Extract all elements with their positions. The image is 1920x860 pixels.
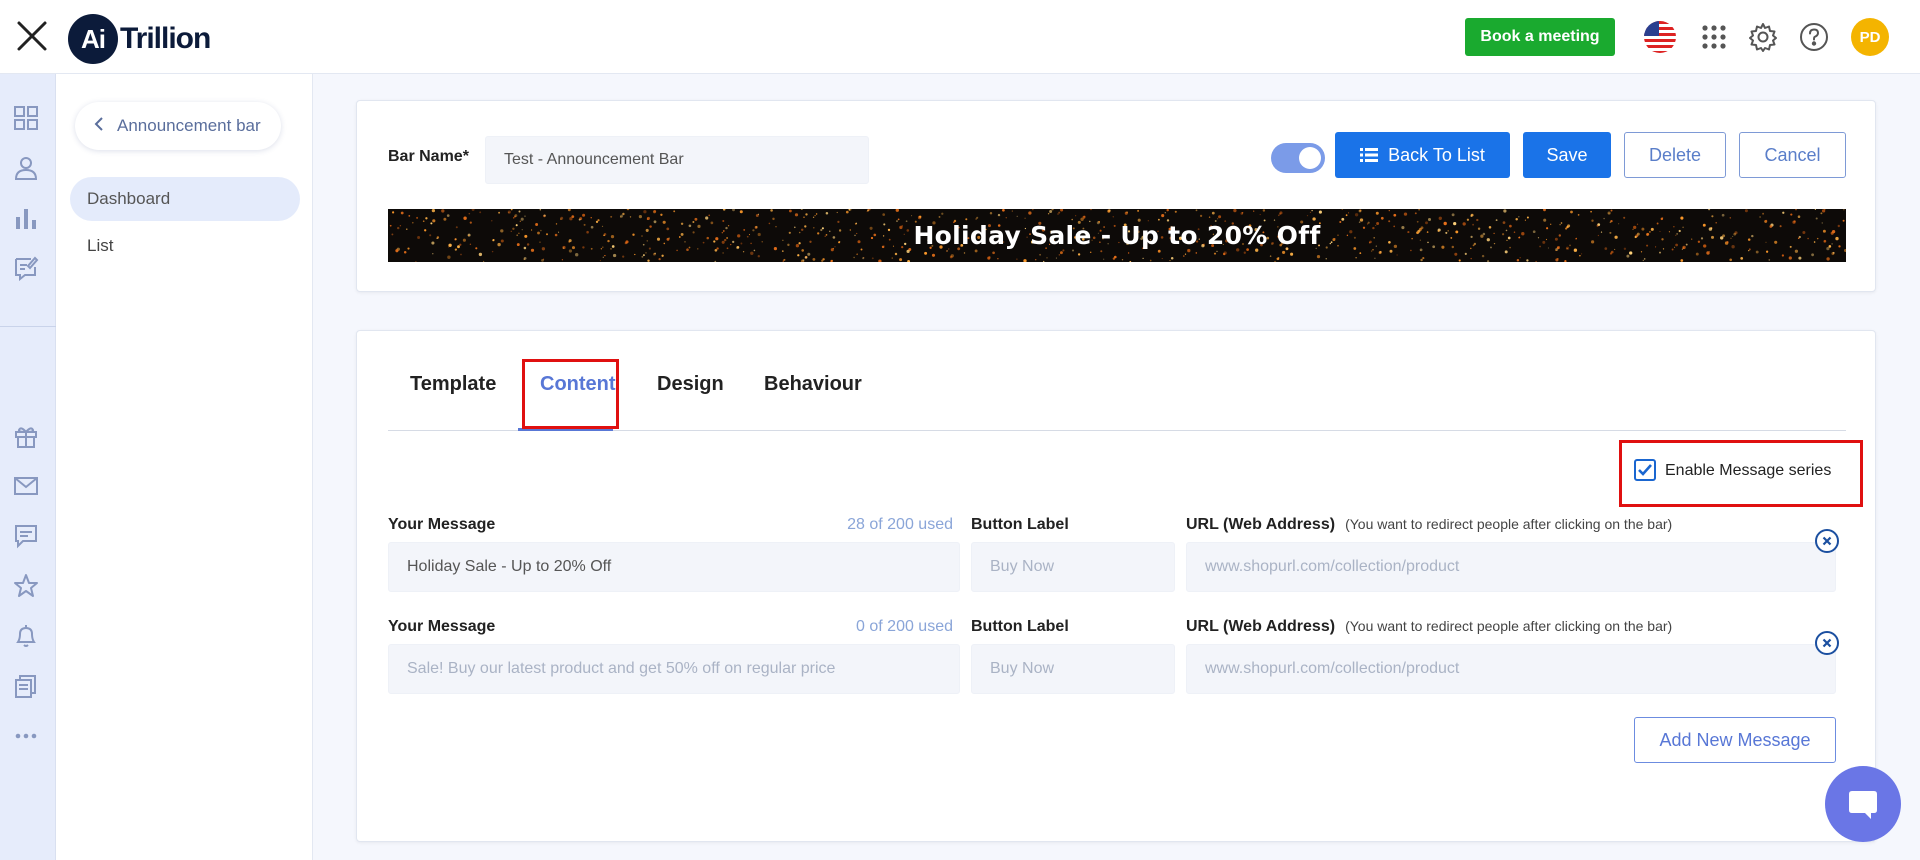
tab-behaviour[interactable]: Behaviour — [764, 373, 862, 409]
message-char-count: 28 of 200 used — [847, 516, 953, 533]
bell-icon[interactable] — [12, 622, 40, 650]
gift-icon[interactable] — [12, 422, 40, 450]
url-hint: (You want to redirect people after click… — [1345, 516, 1673, 532]
message-label: Your Message — [388, 618, 496, 635]
url-label-text: URL (Web Address) — [1186, 516, 1336, 533]
url-input[interactable] — [1186, 542, 1836, 592]
highlight-box-content-tab — [522, 359, 619, 429]
edit-message-icon[interactable] — [12, 254, 40, 282]
app-logo[interactable]: Ai Trillion — [68, 14, 211, 64]
bar-settings-card: Bar Name* Back To List Save Delete Cance… — [356, 100, 1876, 292]
gear-icon[interactable] — [1745, 19, 1781, 55]
logo-text: Trillion — [120, 22, 211, 55]
tab-template[interactable]: Template — [410, 373, 496, 409]
message-label: Your Message — [388, 516, 496, 533]
enable-series-label: Enable Message series — [1665, 462, 1832, 479]
bar-name-input[interactable] — [485, 136, 869, 184]
help-icon[interactable] — [1796, 19, 1832, 55]
sidebar-item-dashboard[interactable]: Dashboard — [70, 177, 300, 221]
remove-message-icon[interactable] — [1815, 631, 1839, 655]
bar-chart-icon[interactable] — [12, 204, 40, 232]
button-label-label: Button Label — [971, 516, 1069, 533]
back-to-announcement-bar[interactable]: Announcement bar — [75, 102, 281, 150]
remove-message-icon[interactable] — [1815, 529, 1839, 553]
message-input[interactable] — [388, 542, 960, 592]
banner-text: Holiday Sale - Up to 20% Off — [913, 221, 1321, 250]
tab-design[interactable]: Design — [657, 373, 724, 409]
enable-series-checkbox[interactable] — [1634, 459, 1656, 481]
section-sidebar: Announcement bar Dashboard List — [56, 74, 313, 860]
chat-widget-button[interactable] — [1825, 766, 1901, 842]
sidebar-item-label: Dashboard — [87, 189, 171, 208]
url-label-text: URL (Web Address) — [1186, 618, 1336, 635]
save-button[interactable]: Save — [1523, 132, 1611, 178]
sidebar-item-label: List — [87, 236, 114, 255]
button-label-input[interactable] — [971, 542, 1175, 592]
delete-button[interactable]: Delete — [1624, 132, 1726, 178]
list-icon — [1360, 147, 1379, 163]
dashboard-grid-icon[interactable] — [12, 104, 40, 132]
star-icon[interactable] — [12, 572, 40, 600]
back-pill-label: Announcement bar — [117, 116, 261, 135]
url-label: URL (Web Address) (You want to redirect p… — [1186, 618, 1672, 636]
us-flag-icon[interactable] — [1642, 19, 1678, 55]
mail-icon[interactable] — [12, 472, 40, 500]
url-input[interactable] — [1186, 644, 1836, 694]
chat-icon[interactable] — [12, 522, 40, 550]
rail-divider — [0, 326, 56, 327]
logo-mark: Ai — [68, 14, 118, 64]
bar-active-toggle[interactable] — [1271, 143, 1325, 173]
add-new-message-button[interactable]: Add New Message — [1634, 717, 1836, 763]
close-icon[interactable] — [14, 18, 50, 54]
toggle-knob — [1299, 147, 1321, 169]
url-hint: (You want to redirect people after click… — [1345, 618, 1673, 634]
user-icon[interactable] — [12, 154, 40, 182]
sidebar-item-list[interactable]: List — [70, 224, 300, 268]
apps-grid-icon[interactable] — [1696, 19, 1732, 55]
book-meeting-button[interactable]: Book a meeting — [1465, 18, 1615, 56]
bar-name-label: Bar Name* — [388, 148, 469, 165]
more-icon[interactable] — [12, 722, 40, 750]
chevron-left-icon — [93, 116, 105, 137]
cancel-button[interactable]: Cancel — [1739, 132, 1846, 178]
announcement-bar-preview: Holiday Sale - Up to 20% Off — [388, 209, 1846, 262]
chat-bubble-icon — [1849, 791, 1877, 819]
message-input[interactable] — [388, 644, 960, 694]
message-char-count: 0 of 200 used — [856, 618, 953, 635]
button-label-label: Button Label — [971, 618, 1069, 635]
pages-icon[interactable] — [12, 672, 40, 700]
icon-rail — [0, 74, 56, 860]
user-avatar[interactable]: PD — [1851, 18, 1889, 56]
back-to-list-button[interactable]: Back To List — [1335, 132, 1510, 178]
url-label: URL (Web Address) (You want to redirect p… — [1186, 516, 1672, 534]
content-card: Template Content Design Behaviour Enable… — [356, 330, 1876, 842]
back-to-list-label: Back To List — [1388, 144, 1485, 165]
button-label-input[interactable] — [971, 644, 1175, 694]
top-bar: Ai Trillion Book a meeting PD — [0, 0, 1920, 74]
